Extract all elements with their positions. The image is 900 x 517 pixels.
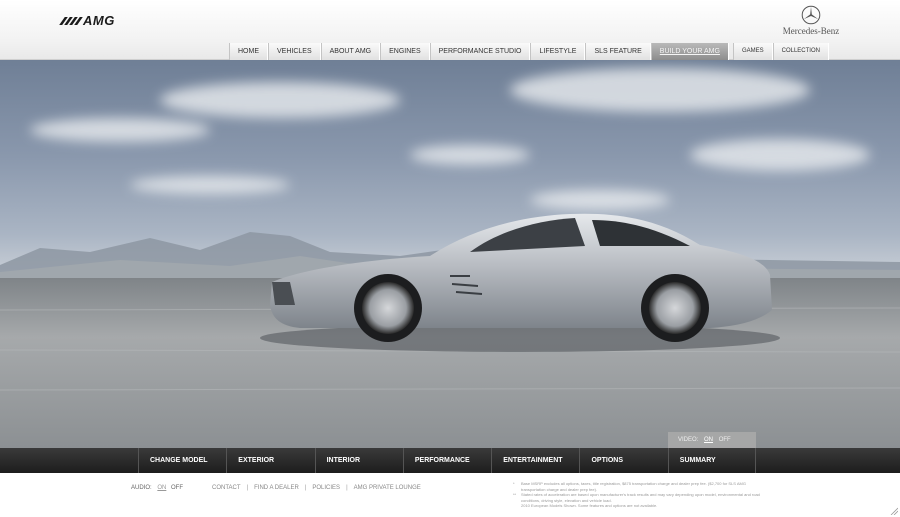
audio-label: AUDIO: xyxy=(131,485,152,491)
hero-video[interactable] xyxy=(0,60,900,448)
tab-change-model[interactable]: CHANGE MODEL xyxy=(138,448,226,473)
link-separator: | xyxy=(346,485,348,491)
main-navigation: HOME VEHICLES ABOUT AMG ENGINES PERFORMA… xyxy=(229,43,829,60)
tab-performance[interactable]: PERFORMANCE xyxy=(402,448,491,473)
legal-disclaimer: * Base MSRP excludes all options, taxes,… xyxy=(513,481,768,509)
tab-interior[interactable]: INTERIOR xyxy=(314,448,403,473)
find-a-dealer-link[interactable]: FIND A DEALER xyxy=(254,485,299,491)
resize-grip-icon[interactable] xyxy=(890,507,898,515)
nav-performance-studio[interactable]: PERFORMANCE STUDIO xyxy=(429,43,531,60)
disclaimer-msrp: * Base MSRP excludes all options, taxes,… xyxy=(513,481,768,492)
nav-lifestyle[interactable]: LIFESTYLE xyxy=(530,43,586,60)
amg-stripes-icon xyxy=(59,17,83,25)
nav-sls-feature[interactable]: SLS FEATURE xyxy=(585,43,651,60)
nav-collection[interactable]: COLLECTION xyxy=(772,43,829,60)
disclaimer-european-models: 2010 European Models Shown. Some feature… xyxy=(513,503,768,509)
tab-options[interactable]: OPTIONS xyxy=(579,448,667,473)
disclaimer-bullet: * xyxy=(513,481,515,486)
nav-vehicles[interactable]: VEHICLES xyxy=(268,43,321,60)
nav-games[interactable]: GAMES xyxy=(732,43,773,60)
tab-entertainment[interactable]: ENTERTAINMENT xyxy=(491,448,579,473)
video-on-button[interactable]: ON xyxy=(704,437,713,443)
video-toggle: VIDEO: ON OFF xyxy=(668,432,756,448)
mercedes-benz-wordmark: Mercedes-Benz xyxy=(782,26,840,36)
disclaimer-text: Stated rates of acceleration are based u… xyxy=(521,492,760,503)
contact-link[interactable]: CONTACT xyxy=(212,485,241,491)
disclaimer-acceleration: ** Stated rates of acceleration are base… xyxy=(513,492,768,503)
disclaimer-bullet: ** xyxy=(513,492,517,497)
hero-scene-illustration xyxy=(0,68,900,448)
nav-about-amg[interactable]: ABOUT AMG xyxy=(320,43,381,60)
link-separator: | xyxy=(304,485,307,491)
nav-engines[interactable]: ENGINES xyxy=(380,43,430,60)
nav-build-your-amg[interactable]: BUILD YOUR AMG xyxy=(650,43,729,60)
audio-toggle: AUDIO: ON OFF xyxy=(131,485,183,491)
mercedes-star-icon xyxy=(801,5,821,25)
tab-summary[interactable]: SUMMARY xyxy=(667,448,757,473)
policies-link[interactable]: POLICIES xyxy=(312,485,340,491)
nav-home[interactable]: HOME xyxy=(229,43,268,60)
audio-off-button[interactable]: OFF xyxy=(171,485,183,491)
amg-private-lounge-link[interactable]: AMG PRIVATE LOUNGE xyxy=(354,485,421,491)
build-tabs-bar: CHANGE MODEL EXTERIOR INTERIOR PERFORMAN… xyxy=(0,448,900,473)
audio-on-button[interactable]: ON xyxy=(157,485,166,491)
disclaimer-text: 2010 European Models Shown. Some feature… xyxy=(521,503,658,508)
amg-logo-text: AMG xyxy=(83,13,115,28)
video-off-button[interactable]: OFF xyxy=(719,437,731,443)
disclaimer-text: Base MSRP excludes all options, taxes, t… xyxy=(521,481,746,492)
video-label: VIDEO: xyxy=(678,437,699,443)
tab-exterior[interactable]: EXTERIOR xyxy=(226,448,314,473)
footer-links: CONTACT | FIND A DEALER | POLICIES | AMG… xyxy=(212,485,421,491)
mercedes-benz-logo[interactable]: Mercedes-Benz xyxy=(780,5,842,36)
amg-logo[interactable]: AMG xyxy=(59,13,115,28)
site-footer: AUDIO: ON OFF CONTACT | FIND A DEALER | … xyxy=(0,473,900,517)
link-separator: | xyxy=(246,485,249,491)
